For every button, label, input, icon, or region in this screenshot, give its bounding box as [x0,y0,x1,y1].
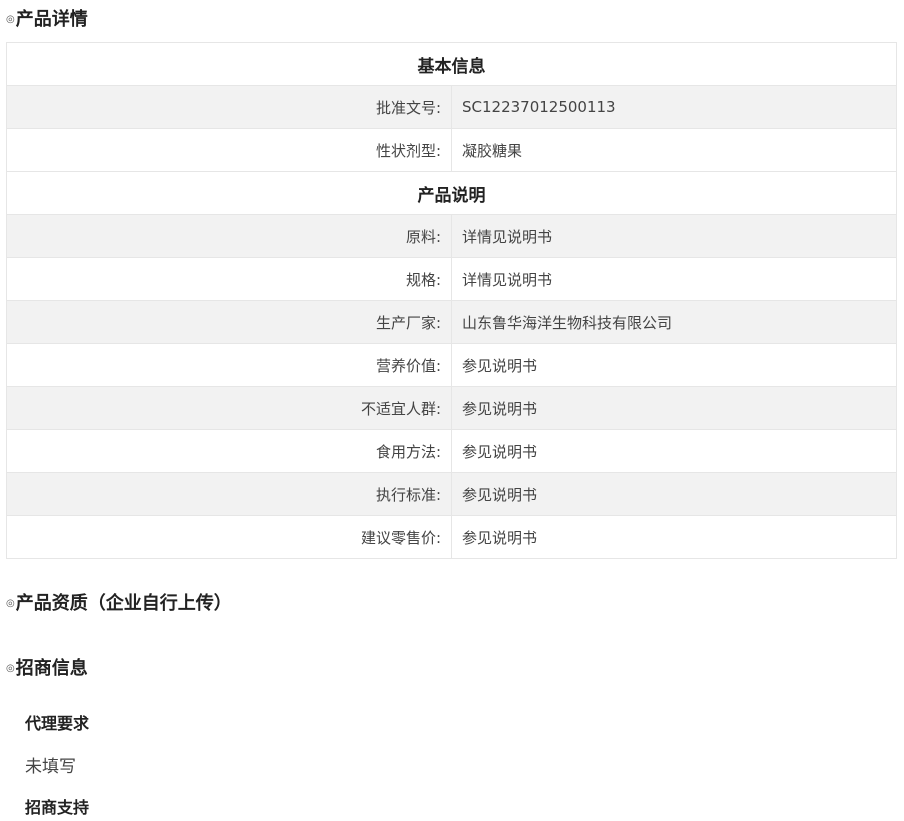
table-row: 生产厂家: 山东鲁华海洋生物科技有限公司 [6,300,897,344]
row-value: 山东鲁华海洋生物科技有限公司 [451,300,897,344]
product-info-table: 基本信息 批准文号: SC12237012500113 性状剂型: 凝胶糖果 产… [6,42,897,559]
row-value: 参见说明书 [451,386,897,430]
product-description-header: 产品说明 [6,171,897,215]
table-row: 不适宜人群: 参见说明书 [6,386,897,430]
section-title-investment: ◎招商信息 [6,657,88,681]
product-description-header-row: 产品说明 [6,171,897,215]
table-row: 营养价值: 参见说明书 [6,343,897,387]
row-value: 参见说明书 [451,429,897,473]
investment-title: 招商信息 [15,658,88,679]
row-label: 食用方法: [6,429,452,473]
qualification-title: 产品资质（企业自行上传） [15,593,232,614]
row-value: 详情见说明书 [451,257,897,301]
section-title-qualification: ◎产品资质（企业自行上传） [6,592,232,616]
row-label: 规格: [6,257,452,301]
table-row: 建议零售价: 参见说明书 [6,515,897,559]
bullet-icon: ◎ [6,598,15,609]
row-label: 不适宜人群: [6,386,452,430]
row-value: 参见说明书 [451,515,897,559]
table-row: 性状剂型: 凝胶糖果 [6,128,897,172]
row-label: 生产厂家: [6,300,452,344]
basic-info-header: 基本信息 [6,42,897,86]
product-details-title: 产品详情 [15,9,88,30]
basic-info-header-row: 基本信息 [6,42,897,86]
section-title-product-details: ◎产品详情 [6,8,88,32]
row-label: 原料: [6,214,452,258]
row-value: 凝胶糖果 [451,128,897,172]
investment-support-label: 招商支持 [25,798,90,817]
row-value: SC12237012500113 [451,85,897,129]
row-label: 执行标准: [6,472,452,516]
table-row: 执行标准: 参见说明书 [6,472,897,516]
row-value: 参见说明书 [451,343,897,387]
table-row: 原料: 详情见说明书 [6,214,897,258]
row-label: 建议零售价: [6,515,452,559]
agent-requirements-value: 未填写 [25,757,76,777]
row-label: 营养价值: [6,343,452,387]
bullet-icon: ◎ [6,14,15,25]
row-label: 批准文号: [6,85,452,129]
bullet-icon: ◎ [6,663,15,674]
row-value: 详情见说明书 [451,214,897,258]
row-value: 参见说明书 [451,472,897,516]
row-label: 性状剂型: [6,128,452,172]
table-row: 批准文号: SC12237012500113 [6,85,897,129]
table-row: 食用方法: 参见说明书 [6,429,897,473]
agent-requirements-label: 代理要求 [25,714,90,733]
table-row: 规格: 详情见说明书 [6,257,897,301]
